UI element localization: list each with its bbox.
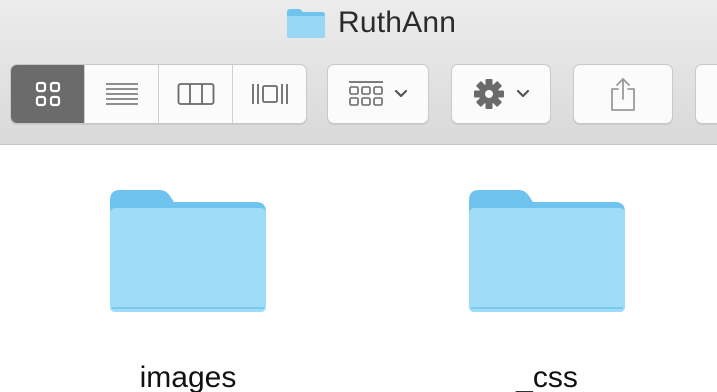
file-icon-view: images _css [0,145,717,392]
view-mode-control [10,64,307,124]
icon-grid-icon [35,81,61,107]
toolbar: RuthAnn [0,0,717,145]
window-title: RuthAnn [286,6,456,40]
folder-icon [467,186,627,316]
list-view-button[interactable] [85,65,159,123]
window-title-text: RuthAnn [338,6,457,39]
cover-flow-icon [250,80,290,108]
folder-name: _css [516,361,578,392]
title-bar: RuthAnn [0,0,717,46]
arrange-grid-icon [348,79,384,109]
gear-icon [472,77,506,111]
cover-flow-view-button[interactable] [233,65,306,123]
finder-window: RuthAnn images _css [0,0,717,392]
arrange-button[interactable] [327,64,429,124]
folder-name: images [139,361,237,392]
share-button[interactable] [573,64,673,124]
icon-view-button[interactable] [11,65,85,123]
folder-item-images[interactable]: images [88,145,288,392]
chevron-down-icon [394,89,408,99]
share-icon [609,76,637,112]
chevron-down-icon [516,89,530,99]
action-button[interactable] [451,64,551,124]
column-view-button[interactable] [159,65,233,123]
folder-item-css[interactable]: _css [447,145,647,392]
toolbar-extra-button[interactable] [695,64,717,124]
folder-icon [286,7,326,39]
list-lines-icon [104,81,140,107]
columns-icon [177,81,215,107]
folder-icon [108,186,268,316]
